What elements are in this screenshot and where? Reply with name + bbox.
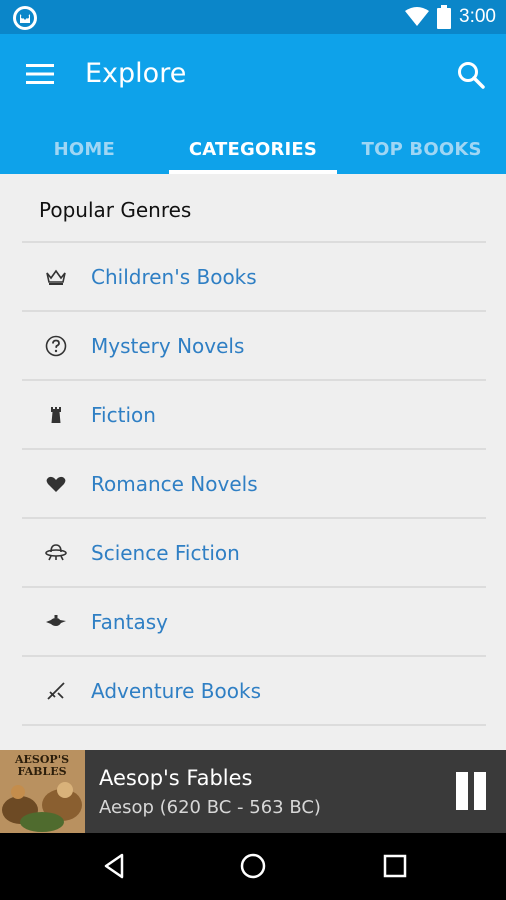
tab-bar: HOME CATEGORIES TOP BOOKS — [0, 124, 506, 174]
page-title: Explore — [85, 58, 187, 89]
genre-label: Adventure Books — [91, 678, 261, 703]
crossed-swords-icon — [47, 681, 65, 700]
pause-icon — [474, 772, 486, 810]
section-title: Popular Genres — [39, 198, 192, 222]
back-icon[interactable] — [100, 851, 130, 881]
question-mark-icon — [45, 335, 67, 356]
now-playing-bar[interactable]: AESOP'S FABLES Aesop's Fables Aesop (620… — [0, 750, 506, 833]
genre-divider — [22, 724, 486, 750]
pause-icon — [456, 772, 468, 810]
system-nav-bar — [0, 833, 506, 900]
heart-icon — [46, 476, 66, 492]
genre-label: Romance Novels — [91, 471, 258, 496]
cover-title: AESOP'S FABLES — [14, 753, 70, 778]
magic-lamp-icon — [46, 614, 66, 626]
genre-label: Science Fiction — [91, 540, 240, 565]
battery-icon — [437, 5, 452, 29]
genre-label: Children's Books — [91, 264, 257, 289]
wifi-icon — [405, 7, 430, 26]
genre-item-childrens-books[interactable]: Children's Books — [22, 241, 486, 310]
genre-item-mystery-novels[interactable]: Mystery Novels — [22, 310, 486, 379]
app-notification-icon — [13, 6, 37, 30]
app-bar: Explore HOME CATEGORIES TOP BOOKS — [0, 34, 506, 174]
tab-categories[interactable]: CATEGORIES — [168, 124, 338, 174]
genre-item-fantasy[interactable]: Fantasy — [22, 586, 486, 655]
track-title: Aesop's Fables — [99, 766, 253, 790]
genre-item-adventure-books[interactable]: Adventure Books — [22, 655, 486, 724]
book-cover[interactable]: AESOP'S FABLES — [0, 750, 85, 833]
menu-icon[interactable] — [26, 62, 54, 86]
home-icon[interactable] — [238, 851, 268, 881]
search-icon[interactable] — [456, 60, 486, 90]
pause-button[interactable] — [452, 772, 488, 812]
status-time: 3:00 — [459, 6, 496, 27]
tab-top-books[interactable]: TOP BOOKS — [337, 124, 506, 174]
genre-label: Mystery Novels — [91, 333, 245, 358]
crown-icon — [46, 269, 66, 285]
track-author: Aesop (620 BC - 563 BC) — [99, 797, 321, 818]
genre-item-fiction[interactable]: Fiction — [22, 379, 486, 448]
status-bar: 3:00 — [0, 0, 506, 34]
tower-icon — [51, 406, 61, 423]
genre-item-science-fiction[interactable]: Science Fiction — [22, 517, 486, 586]
genre-item-romance-novels[interactable]: Romance Novels — [22, 448, 486, 517]
genre-list: Children's Books Mystery Novels Fiction … — [22, 241, 486, 750]
genre-label: Fantasy — [91, 609, 168, 634]
recents-icon[interactable] — [380, 851, 410, 881]
ufo-icon — [45, 543, 67, 560]
categories-content[interactable]: Popular Genres Children's Books Mystery … — [0, 174, 506, 750]
genre-label: Fiction — [91, 402, 156, 427]
tab-home[interactable]: HOME — [0, 124, 169, 174]
